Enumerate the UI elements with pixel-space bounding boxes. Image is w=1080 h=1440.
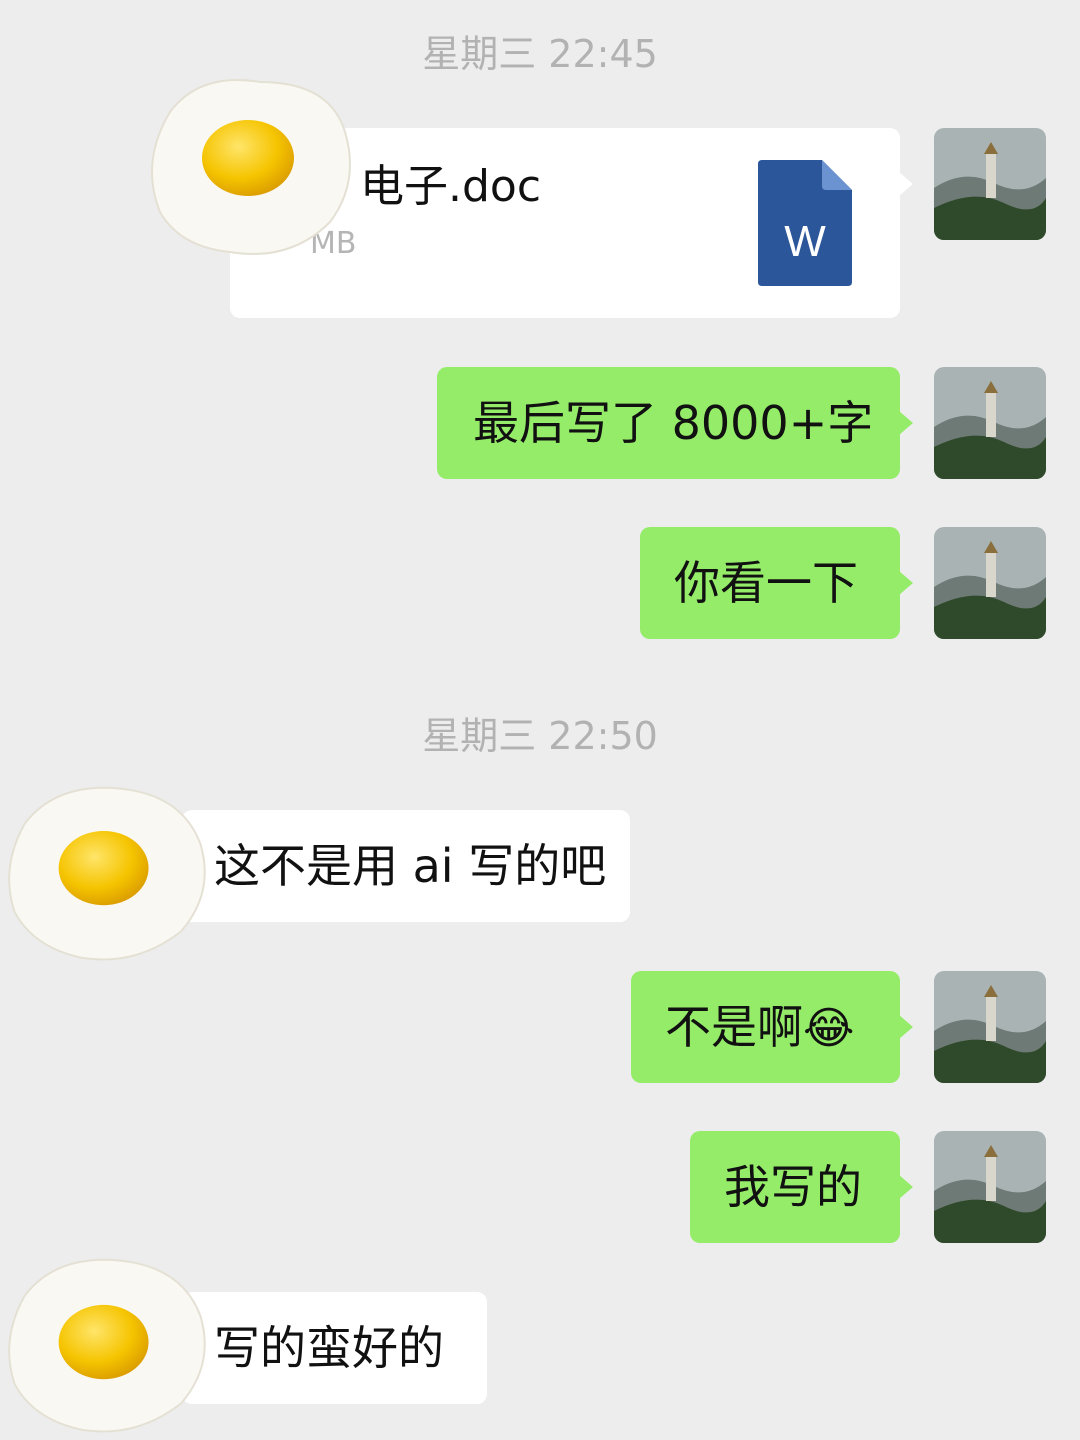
message-bubble[interactable]: 最后写了 8000+字 bbox=[437, 367, 913, 479]
message-text: 这不是用 ai 写的吧 bbox=[214, 839, 607, 893]
pagoda-landscape-avatar[interactable] bbox=[934, 527, 1046, 639]
pagoda-landscape-avatar[interactable] bbox=[934, 971, 1046, 1083]
message-text: 你看一下 bbox=[674, 556, 858, 610]
tears-of-joy-emoji: 😂 bbox=[803, 1003, 855, 1054]
fried-egg-avatar[interactable] bbox=[0, 1250, 215, 1440]
file-name: 电子.doc bbox=[360, 161, 542, 212]
message-text: 最后写了 8000+字 bbox=[473, 396, 874, 450]
timestamp: 星期三 22:50 bbox=[422, 714, 658, 758]
message-text: 不是啊 bbox=[665, 1000, 803, 1054]
message-text: 我写的 bbox=[724, 1160, 862, 1214]
word-icon-letter: W bbox=[784, 217, 826, 266]
pagoda-landscape-avatar[interactable] bbox=[934, 367, 1046, 479]
pagoda-landscape-avatar[interactable] bbox=[934, 128, 1046, 240]
pagoda-landscape-avatar[interactable] bbox=[934, 1131, 1046, 1243]
fried-egg-avatar[interactable] bbox=[0, 778, 215, 968]
message-bubble[interactable]: 你看一下 bbox=[640, 527, 913, 639]
message-bubble[interactable]: 写的蛮好的 bbox=[182, 1292, 487, 1404]
message-bubble[interactable]: 我写的 bbox=[690, 1131, 913, 1243]
message-bubble[interactable]: 不是啊😂 bbox=[631, 971, 913, 1083]
timestamp: 星期三 22:45 bbox=[422, 32, 658, 76]
word-document-icon: W bbox=[758, 160, 852, 286]
message-bubble[interactable]: 这不是用 ai 写的吧 bbox=[182, 810, 630, 922]
message-text: 写的蛮好的 bbox=[214, 1321, 444, 1375]
fried-egg-avatar[interactable] bbox=[140, 72, 360, 262]
